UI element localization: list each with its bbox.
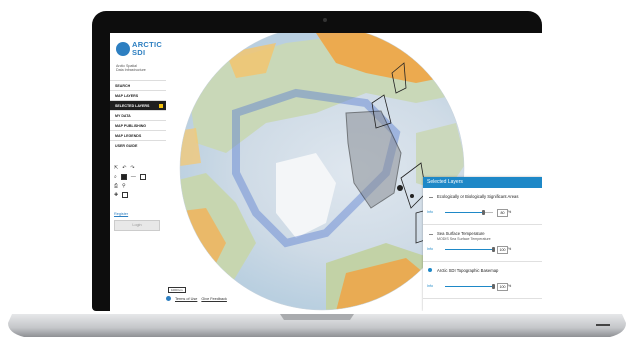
menu-item-map-layers[interactable]: MAP LAYERS bbox=[110, 90, 166, 100]
opacity-fill bbox=[445, 212, 484, 214]
layer-info-link[interactable]: Info bbox=[427, 210, 433, 214]
menu-item-user-guide[interactable]: USER GUIDE bbox=[110, 140, 166, 150]
menu-item-map-publishing[interactable]: MAP PUBLISHING bbox=[110, 120, 166, 130]
terms-of-use-link[interactable]: Terms of Use bbox=[175, 297, 197, 301]
layer-name: Ecologically or Biologically Significant… bbox=[437, 194, 519, 199]
link-icon[interactable]: ⚲ bbox=[122, 183, 126, 189]
opacity-fill bbox=[445, 286, 493, 288]
arctic-sdi-logo: ARCTIC SDI bbox=[116, 41, 166, 61]
menu-item-selected-layers[interactable]: SELECTED LAYERS bbox=[110, 100, 166, 110]
globe-icon bbox=[116, 42, 130, 56]
selected-layers-badge bbox=[159, 104, 163, 108]
panel-title: Selected Layers bbox=[423, 177, 542, 188]
opacity-fill bbox=[445, 249, 493, 251]
opacity-input[interactable]: 100 bbox=[497, 283, 508, 291]
redo-icon[interactable]: ↷ bbox=[130, 165, 134, 171]
layer-info-link[interactable]: Info bbox=[427, 284, 433, 288]
drag-handle-icon[interactable] bbox=[429, 197, 433, 198]
pin-icon[interactable]: ✚ bbox=[114, 192, 118, 198]
measure-icon[interactable] bbox=[122, 191, 129, 198]
layer-item: Arctic SDI Topographic Basemap Info 100 … bbox=[423, 262, 542, 299]
subtitle-line2: Data Infrastructure bbox=[116, 68, 146, 73]
print-icon[interactable]: ⎙ bbox=[114, 183, 118, 189]
menu-item-selected-layers-label: SELECTED LAYERS bbox=[115, 104, 150, 108]
layer-item: Sea Surface Temperature MODIS Sea Surfac… bbox=[423, 225, 542, 262]
layer-subtitle: MODIS Sea Surface Temperature bbox=[437, 237, 491, 241]
main-menu: SEARCH MAP LAYERS SELECTED LAYERS MY DAT… bbox=[110, 80, 166, 150]
register-link[interactable]: Register bbox=[114, 212, 128, 216]
scale-bar: 1000 km bbox=[168, 287, 186, 293]
esri-logo-icon bbox=[166, 296, 171, 301]
layer-info-link[interactable]: Info bbox=[427, 247, 433, 251]
logo-line2: SDI bbox=[132, 48, 146, 57]
percent-sign: % bbox=[508, 210, 512, 214]
zoom-icon[interactable]: ⌕ bbox=[114, 174, 117, 180]
percent-sign: % bbox=[508, 284, 512, 288]
map-tools: ⇱ ↶ ↷ ⌕ — ⎙ ⚲ ✚ bbox=[114, 163, 164, 199]
laptop-base bbox=[8, 314, 626, 337]
percent-sign: % bbox=[508, 247, 512, 251]
login-button[interactable]: Login bbox=[114, 220, 160, 231]
logo-text: ARCTIC SDI bbox=[132, 41, 162, 57]
opacity-knob[interactable] bbox=[481, 210, 485, 215]
app-screen: 1000 km Terms of Use Give Feedback ARCTI… bbox=[110, 33, 542, 311]
menu-item-search[interactable]: SEARCH bbox=[110, 80, 166, 90]
layer-name: Sea Surface Temperature bbox=[437, 231, 485, 236]
undo-icon[interactable]: ↶ bbox=[122, 165, 126, 171]
opacity-slider[interactable] bbox=[445, 210, 493, 215]
opacity-slider[interactable] bbox=[445, 284, 495, 289]
sidebar: ARCTIC SDI Arctic Spatial Data Infrastru… bbox=[110, 33, 166, 311]
drag-handle-icon[interactable] bbox=[429, 234, 433, 235]
opacity-input[interactable]: 100 bbox=[497, 246, 508, 254]
opacity-knob[interactable] bbox=[491, 247, 495, 252]
select-tool-icon[interactable] bbox=[120, 173, 127, 180]
menu-item-map-legends[interactable]: MAP LEGENDS bbox=[110, 130, 166, 140]
fullscreen-icon[interactable] bbox=[139, 173, 146, 180]
minus-icon[interactable]: — bbox=[131, 174, 136, 180]
pan-icon[interactable]: ⇱ bbox=[114, 165, 118, 171]
opacity-input[interactable]: 80 bbox=[497, 209, 508, 217]
app-subtitle: Arctic Spatial Data Infrastructure bbox=[116, 64, 164, 73]
visibility-icon[interactable] bbox=[428, 268, 432, 272]
selected-layers-panel: Selected Layers Ecologically or Biologic… bbox=[423, 177, 542, 311]
map-footer-links: Terms of Use Give Feedback bbox=[166, 296, 227, 301]
opacity-knob[interactable] bbox=[491, 284, 495, 289]
menu-item-my-data[interactable]: MY DATA bbox=[110, 110, 166, 120]
layer-item: Ecologically or Biologically Significant… bbox=[423, 188, 542, 225]
opacity-slider[interactable] bbox=[445, 247, 495, 252]
layer-name: Arctic SDI Topographic Basemap bbox=[437, 268, 499, 273]
webcam bbox=[323, 18, 327, 22]
give-feedback-link[interactable]: Give Feedback bbox=[201, 297, 227, 301]
